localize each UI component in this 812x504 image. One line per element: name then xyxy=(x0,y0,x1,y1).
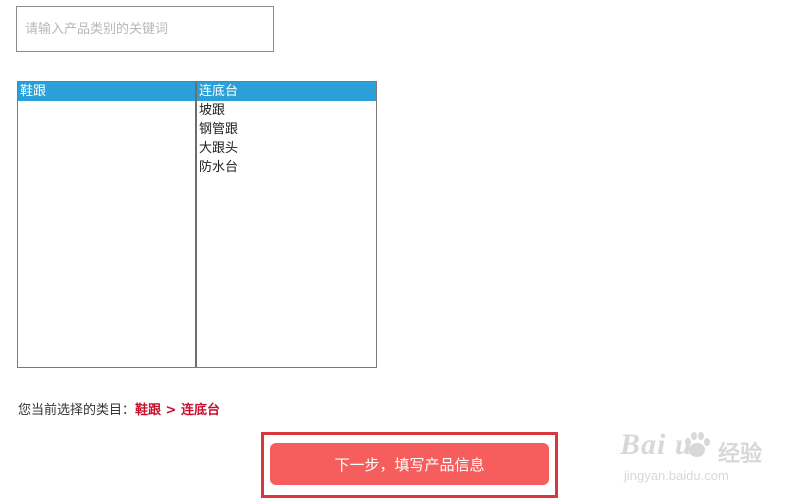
baidu-logo-text: Bai u xyxy=(620,428,693,461)
category-item-big-heel-head[interactable]: 大跟头 xyxy=(197,139,376,158)
watermark-url: jingyan.baidu.com xyxy=(624,468,729,483)
category-item-platform-sole[interactable]: 连底台 xyxy=(197,82,376,101)
category-level2-list[interactable]: 连底台 坡跟 钢管跟 大跟头 防水台 xyxy=(197,82,376,367)
category-item-wedge-heel[interactable]: 坡跟 xyxy=(197,101,376,120)
jingyan-logo-text: 经验 xyxy=(718,442,763,467)
current-selection-label: 您当前选择的类目： xyxy=(18,403,136,418)
category-item-shoe-heel[interactable]: 鞋跟 xyxy=(18,82,195,101)
category-search-box[interactable] xyxy=(16,6,274,52)
category-item-steel-tube-heel[interactable]: 钢管跟 xyxy=(197,120,376,139)
category-level1-list[interactable]: 鞋跟 xyxy=(18,82,197,367)
next-step-button[interactable]: 下一步，填写产品信息 xyxy=(270,443,549,485)
next-button-highlight-frame: 下一步，填写产品信息 xyxy=(261,432,558,498)
current-selection-path: 鞋跟 > 连底台 xyxy=(135,403,220,418)
category-item-waterproof-platform[interactable]: 防水台 xyxy=(197,158,376,177)
category-search-input[interactable] xyxy=(17,7,273,51)
current-selection: 您当前选择的类目：鞋跟 > 连底台 xyxy=(18,399,220,418)
category-selector: 鞋跟 连底台 坡跟 钢管跟 大跟头 防水台 xyxy=(17,81,377,368)
paw-icon xyxy=(685,432,710,457)
baidu-jingyan-watermark: Bai u 经验 jingyan.baidu.com xyxy=(620,420,780,490)
